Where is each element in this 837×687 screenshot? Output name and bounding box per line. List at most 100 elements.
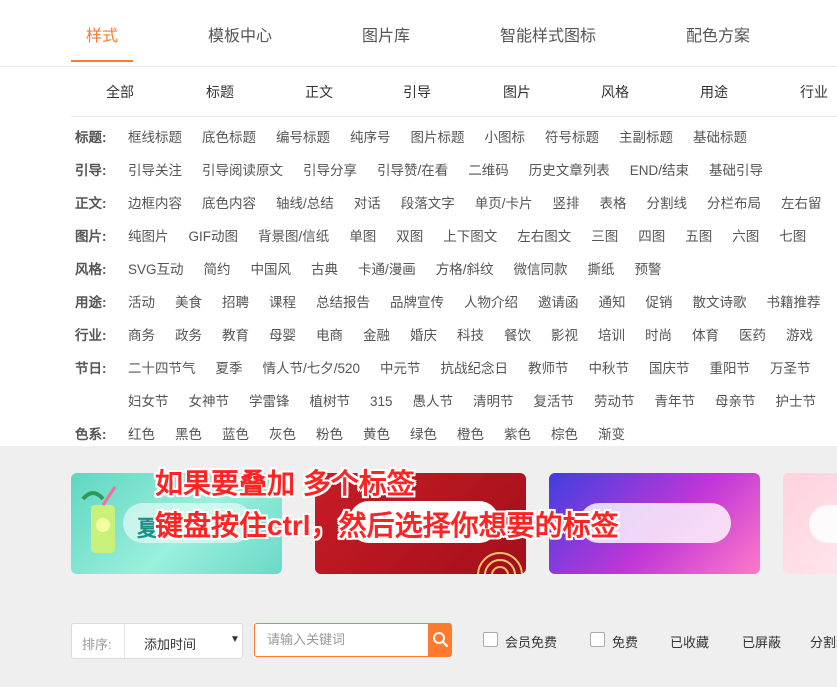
tag-item[interactable]: 护士节 <box>776 390 817 410</box>
tag-item[interactable]: 国庆节 <box>649 357 690 377</box>
tag-item[interactable]: 通知 <box>599 291 626 311</box>
sort-select[interactable]: 排序: 添加时间 ▼ <box>71 623 243 659</box>
tag-item[interactable]: 方格/斜纹 <box>436 258 494 278</box>
tag-item[interactable]: 六图 <box>732 225 759 245</box>
tag-item[interactable]: GIF动图 <box>189 225 239 245</box>
tag-item[interactable]: 愚人节 <box>413 390 454 410</box>
tag-item[interactable]: 植树节 <box>310 390 351 410</box>
tag-item[interactable]: 重阳节 <box>710 357 751 377</box>
tag-item[interactable]: 图片标题 <box>411 126 465 146</box>
tag-item[interactable]: 左右留 <box>781 192 822 212</box>
tag-item[interactable]: 基础标题 <box>693 126 747 146</box>
tag-item[interactable]: 学雷锋 <box>249 390 290 410</box>
tag-item[interactable]: 历史文章列表 <box>529 159 610 179</box>
tag-item[interactable]: 黑色 <box>175 423 202 443</box>
tag-item[interactable]: 橙色 <box>457 423 484 443</box>
tag-item[interactable]: 抗战纪念日 <box>441 357 509 377</box>
tag-item[interactable]: 简约 <box>204 258 231 278</box>
tag-item[interactable]: 散文诗歌 <box>693 291 747 311</box>
tag-item[interactable]: 医药 <box>739 324 766 344</box>
tab-color-scheme[interactable]: 配色方案 <box>686 22 750 46</box>
tag-item[interactable]: 活动 <box>128 291 155 311</box>
tag-item[interactable]: 情人节/七夕/520 <box>263 357 361 377</box>
tag-item[interactable]: 古典 <box>311 258 338 278</box>
tag-item[interactable]: 总结报告 <box>316 291 370 311</box>
tag-item[interactable]: 餐饮 <box>504 324 531 344</box>
tag-item[interactable]: 小图标 <box>485 126 526 146</box>
tag-item[interactable]: 左右图文 <box>517 225 571 245</box>
subtab-body[interactable]: 正文 <box>305 82 333 102</box>
tag-item[interactable]: 上下图文 <box>443 225 497 245</box>
tag-item[interactable]: 对话 <box>354 192 381 212</box>
tag-item[interactable]: 复活节 <box>534 390 575 410</box>
tag-item[interactable]: 商务 <box>128 324 155 344</box>
collected-filter[interactable]: 已收藏 <box>670 632 709 651</box>
tag-item[interactable]: 招聘 <box>222 291 249 311</box>
tag-item[interactable]: 人物介绍 <box>464 291 518 311</box>
tag-item[interactable]: 中元节 <box>380 357 421 377</box>
tag-item[interactable]: 体育 <box>692 324 719 344</box>
tag-item[interactable]: 绿色 <box>410 423 437 443</box>
tag-item[interactable]: 编号标题 <box>276 126 330 146</box>
blocked-filter[interactable]: 已屏蔽 <box>742 632 781 651</box>
tag-item[interactable]: 七图 <box>779 225 806 245</box>
tag-item[interactable]: SVG互动 <box>128 258 184 278</box>
subtab-usage[interactable]: 用途 <box>700 82 728 102</box>
tab-template-center[interactable]: 模板中心 <box>208 22 272 46</box>
tag-item[interactable]: 中国风 <box>251 258 292 278</box>
tag-item[interactable]: 万圣节 <box>770 357 811 377</box>
tag-item[interactable]: 影视 <box>551 324 578 344</box>
subtab-title[interactable]: 标题 <box>206 82 234 102</box>
tag-item[interactable]: 妇女节 <box>128 390 169 410</box>
tab-style[interactable]: 样式 <box>86 22 118 46</box>
subtab-guide[interactable]: 引导 <box>403 82 431 102</box>
members-free-checkbox[interactable] <box>483 632 498 647</box>
tag-item[interactable]: 科技 <box>457 324 484 344</box>
tag-item[interactable]: 母亲节 <box>715 390 756 410</box>
tag-item[interactable]: 三图 <box>591 225 618 245</box>
tag-item[interactable]: 灰色 <box>269 423 296 443</box>
subtab-image[interactable]: 图片 <box>503 82 531 102</box>
search-button[interactable] <box>428 623 452 657</box>
tag-item[interactable]: 纯图片 <box>128 225 169 245</box>
tag-item[interactable]: 引导赞/在看 <box>377 159 448 179</box>
tag-item[interactable]: 书籍推荐 <box>767 291 821 311</box>
tag-item[interactable]: 金融 <box>363 324 390 344</box>
tag-item[interactable]: 底色内容 <box>202 192 256 212</box>
free-label[interactable]: 免费 <box>612 632 638 651</box>
tab-image-library[interactable]: 图片库 <box>362 22 410 46</box>
tag-item[interactable]: 电商 <box>316 324 343 344</box>
tag-item[interactable]: 邀请函 <box>538 291 579 311</box>
subtab-all[interactable]: 全部 <box>106 82 134 102</box>
tag-item[interactable]: 引导阅读原文 <box>202 159 283 179</box>
tag-item[interactable]: 主副标题 <box>619 126 673 146</box>
tag-item[interactable]: 轴线/总结 <box>276 192 334 212</box>
tag-item[interactable]: 粉色 <box>316 423 343 443</box>
tag-item[interactable]: 红色 <box>128 423 155 443</box>
tag-item[interactable]: 课程 <box>269 291 296 311</box>
tag-item[interactable]: 促销 <box>646 291 673 311</box>
tag-item[interactable]: 315 <box>370 394 393 409</box>
tag-item[interactable]: 框线标题 <box>128 126 182 146</box>
tag-item[interactable]: 母婴 <box>269 324 296 344</box>
tag-item[interactable]: 边框内容 <box>128 192 182 212</box>
tag-item[interactable]: 棕色 <box>551 423 578 443</box>
tag-item[interactable]: END/结束 <box>630 159 689 179</box>
tag-item[interactable]: 竖排 <box>553 192 580 212</box>
tag-item[interactable]: 表格 <box>600 192 627 212</box>
tag-item[interactable]: 夏季 <box>216 357 243 377</box>
tag-item[interactable]: 基础引导 <box>709 159 763 179</box>
members-free-label[interactable]: 会员免费 <box>505 632 557 651</box>
subtab-style[interactable]: 风格 <box>601 82 629 102</box>
subtab-industry[interactable]: 行业 <box>800 82 828 102</box>
banner-pink[interactable] <box>783 473 837 574</box>
tag-item[interactable]: 政务 <box>175 324 202 344</box>
tag-item[interactable]: 品牌宣传 <box>390 291 444 311</box>
tag-item[interactable]: 双图 <box>396 225 423 245</box>
tag-item[interactable]: 撕纸 <box>588 258 615 278</box>
tag-item[interactable]: 底色标题 <box>202 126 256 146</box>
tag-item[interactable]: 教育 <box>222 324 249 344</box>
tag-item[interactable]: 段落文字 <box>401 192 455 212</box>
tag-item[interactable]: 渐变 <box>598 423 625 443</box>
tag-item[interactable]: 时尚 <box>645 324 672 344</box>
